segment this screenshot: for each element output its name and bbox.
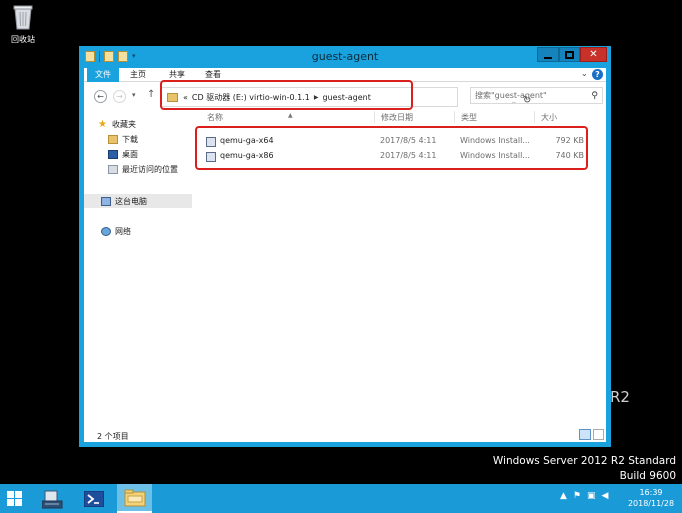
network-icon (101, 226, 111, 236)
column-header-name[interactable]: 名称 (207, 112, 223, 123)
file-explorer-button[interactable] (117, 484, 152, 513)
recycle-bin-shortcut[interactable]: 回收站 (6, 3, 40, 45)
column-header-date[interactable]: 修改日期 (381, 112, 413, 123)
nav-recent-label: 最近访问的位置 (122, 164, 178, 174)
item-count: 2 个项目 (97, 432, 129, 441)
file-type: Windows Install... (460, 136, 530, 145)
taskbar: ▲ ⚑ ▣ ◀ 16:39 2018/11/28 (0, 484, 682, 513)
file-name: qemu-ga-x86 (220, 151, 274, 160)
column-headers: 名称 ▲ 修改日期 类型 大小 (196, 109, 606, 124)
os-version-fragment: R2 (610, 388, 630, 406)
nav-downloads[interactable]: 下载 (108, 133, 138, 145)
os-edition-text: Windows Server 2012 R2 Standard (492, 455, 676, 467)
maximize-icon (565, 50, 574, 59)
close-icon: ✕ (589, 49, 598, 60)
installer-file-icon (206, 137, 216, 147)
powershell-button[interactable] (78, 484, 110, 513)
navigation-pane: ★ 收藏夹 下载 桌面 最近访问的位置 这台电脑 网络 (84, 111, 192, 431)
nav-this-pc-label: 这台电脑 (115, 196, 147, 206)
file-type: Windows Install... (460, 151, 530, 160)
help-icon[interactable]: ? (592, 69, 603, 80)
file-name: qemu-ga-x64 (220, 136, 274, 145)
recycle-bin-label: 回收站 (11, 35, 35, 44)
clock-date: 2018/11/28 (627, 499, 675, 508)
os-watermark: Windows Server 2012 R2 Standard Build 96… (493, 454, 676, 484)
ribbon-tabs: 文件 主页 共享 查看 ⌄ ? (84, 68, 606, 82)
breadcrumb-drive[interactable]: CD 驱动器 (E:) virtio-win-0.1.1 (192, 92, 310, 103)
star-icon: ★ (98, 118, 107, 130)
computer-icon (101, 196, 111, 206)
details-view-icon[interactable] (579, 429, 591, 440)
server-manager-button[interactable] (37, 484, 69, 513)
column-header-size[interactable]: 大小 (541, 112, 557, 123)
file-row[interactable]: qemu-ga-x64 2017/8/5 4:11 Windows Instal… (196, 134, 606, 149)
recent-locations-icon[interactable]: ▾ (132, 91, 136, 99)
windows-logo-icon (7, 491, 22, 506)
nav-desktop-label: 桌面 (122, 149, 138, 159)
tab-file[interactable]: 文件 (87, 68, 119, 82)
nav-network-label: 网络 (115, 226, 131, 236)
search-placeholder: 搜索"guest-agent" (475, 91, 547, 100)
action-center-flag-icon[interactable]: ⚑ (573, 491, 581, 501)
system-tray: ▲ ⚑ ▣ ◀ (560, 491, 608, 501)
installer-file-icon (206, 152, 216, 162)
file-date: 2017/8/5 4:11 (380, 151, 437, 160)
search-input[interactable]: 搜索"guest-agent" ⚲ (470, 87, 603, 104)
column-header-type[interactable]: 类型 (461, 112, 477, 123)
large-icons-view-icon[interactable] (593, 429, 604, 440)
maximize-button[interactable] (559, 47, 580, 62)
folder-icon (167, 92, 178, 102)
title-bar[interactable]: ▾ guest-agent ✕ (79, 46, 611, 68)
tab-home[interactable]: 主页 (122, 68, 154, 82)
desktop-icon (108, 149, 118, 159)
recycle-bin-icon (12, 3, 34, 30)
column-divider[interactable] (534, 111, 535, 123)
column-divider[interactable] (454, 111, 455, 123)
nav-network[interactable]: 网络 (101, 225, 131, 237)
nav-recent[interactable]: 最近访问的位置 (108, 163, 178, 175)
minimize-button[interactable] (537, 47, 559, 62)
nav-favorites[interactable]: ★ 收藏夹 (98, 118, 136, 130)
file-date: 2017/8/5 4:11 (380, 136, 437, 145)
file-size: 792 KB (555, 136, 584, 145)
start-button[interactable] (0, 484, 29, 513)
nav-downloads-label: 下载 (122, 134, 138, 144)
show-hidden-icons-icon[interactable]: ▲ (560, 491, 567, 501)
sort-ascending-icon: ▲ (288, 112, 293, 119)
back-button[interactable]: ← (94, 90, 107, 103)
volume-icon[interactable]: ◀ (602, 491, 609, 501)
search-icon[interactable]: ⚲ (591, 89, 598, 104)
nav-this-pc[interactable]: 这台电脑 (84, 194, 192, 208)
minimize-icon (544, 56, 552, 59)
recent-places-icon (108, 164, 118, 174)
taskbar-clock[interactable]: 16:39 2018/11/28 (623, 487, 679, 509)
column-divider[interactable] (374, 111, 375, 123)
address-bar[interactable]: « CD 驱动器 (E:) virtio-win-0.1.1 ▶ guest-a… (160, 87, 531, 107)
downloads-folder-icon (108, 134, 118, 144)
os-build-text: Build 9600 (619, 470, 676, 482)
status-bar: 2 个项目 (84, 428, 606, 442)
powershell-icon (84, 490, 104, 507)
tab-view[interactable]: 查看 (197, 68, 229, 82)
explorer-window: ▾ guest-agent ✕ 文件 主页 共享 查看 ⌄ ? ← → ▾ ↑ … (79, 46, 611, 447)
close-button[interactable]: ✕ (580, 47, 607, 62)
file-size: 740 KB (555, 151, 584, 160)
file-explorer-icon (124, 489, 145, 506)
forward-button[interactable]: → (113, 90, 126, 103)
chevron-right-icon[interactable]: ▶ (314, 94, 319, 101)
clock-time: 16:39 (639, 488, 663, 497)
tab-share[interactable]: 共享 (161, 68, 193, 82)
server-manager-icon (42, 490, 63, 508)
breadcrumb-current[interactable]: guest-agent (323, 93, 371, 102)
breadcrumb-overflow[interactable]: « (183, 93, 188, 102)
navigation-bar: ← → ▾ ↑ « CD 驱动器 (E:) virtio-win-0.1.1 ▶… (84, 83, 606, 109)
file-list: 名称 ▲ 修改日期 类型 大小 qemu-ga-x64 2017/8/5 4:1… (196, 109, 606, 164)
network-status-icon[interactable]: ▣ (587, 491, 596, 501)
expand-ribbon-icon[interactable]: ⌄ (581, 69, 588, 78)
nav-favorites-label: 收藏夹 (112, 119, 136, 129)
up-arrow-icon[interactable]: ↑ (147, 89, 155, 100)
nav-desktop[interactable]: 桌面 (108, 148, 138, 160)
window-title: guest-agent (311, 50, 379, 63)
file-row[interactable]: qemu-ga-x86 2017/8/5 4:11 Windows Instal… (196, 149, 606, 164)
